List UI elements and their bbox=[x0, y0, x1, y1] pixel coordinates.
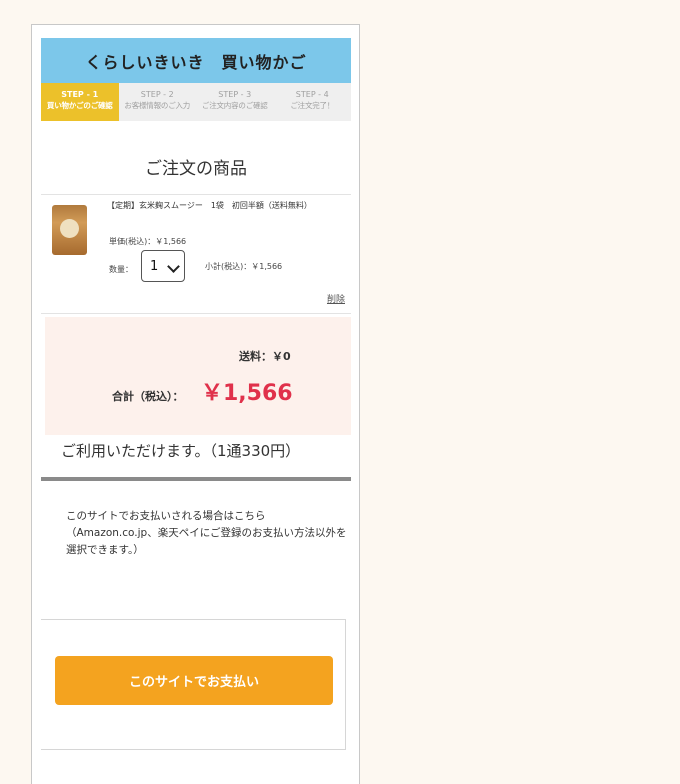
cart-frame: くらしいきいき 買い物かご STEP - 1 買い物かごのご確認 STEP - … bbox=[31, 24, 360, 784]
step-label: ご注文完了！ bbox=[290, 101, 335, 110]
step-number: STEP - 2 bbox=[140, 90, 174, 99]
cart-header: くらしいきいき 買い物かご bbox=[41, 38, 351, 83]
quantity-select[interactable]: 1 bbox=[141, 250, 185, 282]
unit-price: 単価(税込)：￥1,566 bbox=[109, 237, 187, 246]
quantity-label: 数量： bbox=[109, 265, 133, 274]
divider bbox=[41, 313, 351, 314]
subtotal: 小計(税込)：￥1,566 bbox=[205, 262, 283, 271]
step-indicator: STEP - 1 買い物かごのご確認 STEP - 2 お客様情報のご入力 ST… bbox=[41, 83, 351, 121]
product-name: 【定期】玄米麹スムージー 1袋 初回半額（送料無料） bbox=[107, 201, 312, 210]
step-number: STEP - 4 bbox=[295, 90, 329, 99]
quantity-value: 1 bbox=[150, 258, 159, 274]
step-3: STEP - 3 ご注文内容のご確認 bbox=[196, 83, 274, 121]
total-price: ￥1,566 bbox=[201, 381, 293, 406]
pay-button-label: このサイトでお支払い bbox=[128, 675, 259, 690]
cart-title: くらしいきいき 買い物かご bbox=[85, 52, 307, 72]
totals-panel: 送料：￥0 合計（税込）： ￥1,566 bbox=[45, 317, 351, 435]
cart-content: くらしいきいき 買い物かご STEP - 1 買い物かごのご確認 STEP - … bbox=[41, 38, 351, 559]
chevron-down-icon bbox=[167, 260, 180, 273]
step-label: 買い物かごのご確認 bbox=[46, 101, 113, 110]
total-label: 合計（税込）： bbox=[112, 390, 184, 403]
step-number: STEP - 1 bbox=[61, 90, 99, 99]
step-2: STEP - 2 お客様情報のご入力 bbox=[119, 83, 197, 121]
payment-description: このサイトでお支払いされる場合はこちら（Amazon.co.jp、楽天ペイにご登… bbox=[66, 510, 347, 556]
step-label: ご注文内容のご確認 bbox=[201, 101, 268, 110]
step-number: STEP - 3 bbox=[218, 90, 252, 99]
pay-on-site-button[interactable]: このサイトでお支払い bbox=[55, 656, 333, 705]
product-image[interactable] bbox=[52, 205, 87, 255]
order-section-title: ご注文の商品 bbox=[145, 159, 247, 179]
step-4: STEP - 4 ご注文完了！ bbox=[274, 83, 352, 121]
delete-link[interactable]: 削除 bbox=[327, 292, 345, 305]
section-divider bbox=[41, 477, 351, 481]
cart-item: 【定期】玄米麹スムージー 1袋 初回半額（送料無料） 単価(税込)：￥1,566… bbox=[41, 195, 351, 313]
payment-box: このサイトでお支払い bbox=[41, 619, 346, 750]
notice-text: ご利用いただけます。（1通330円） bbox=[61, 442, 301, 460]
step-1: STEP - 1 買い物かごのご確認 bbox=[41, 83, 119, 121]
step-label: お客様情報のご入力 bbox=[124, 101, 191, 110]
shipping-fee: 送料：￥0 bbox=[239, 350, 291, 363]
product-label-graphic bbox=[60, 219, 79, 238]
